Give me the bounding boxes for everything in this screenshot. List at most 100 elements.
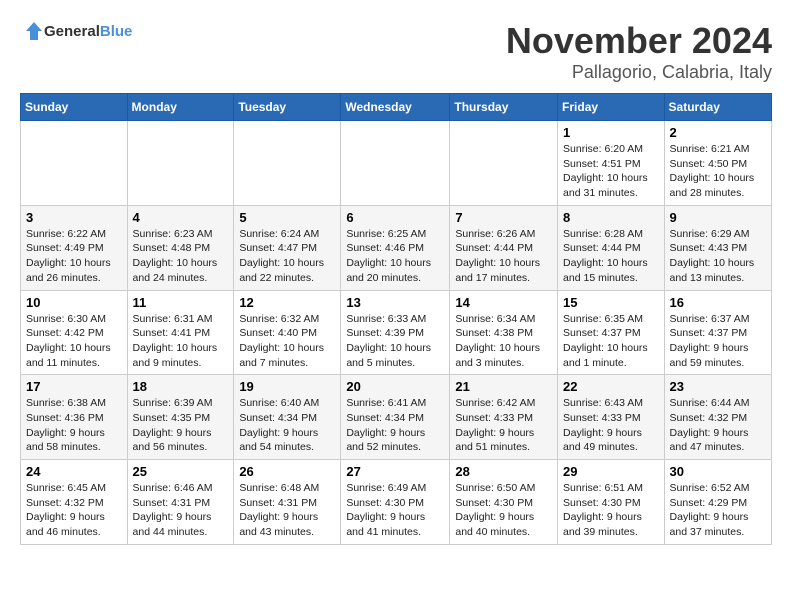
day-number: 15 <box>563 295 659 310</box>
table-row <box>21 121 128 206</box>
day-number: 10 <box>26 295 122 310</box>
day-number: 26 <box>239 464 335 479</box>
location-title: Pallagorio, Calabria, Italy <box>506 62 772 83</box>
header-tuesday: Tuesday <box>234 94 341 121</box>
header-thursday: Thursday <box>450 94 558 121</box>
header-sunday: Sunday <box>21 94 128 121</box>
day-info: Sunrise: 6:44 AM Sunset: 4:32 PM Dayligh… <box>670 396 766 455</box>
day-info: Sunrise: 6:43 AM Sunset: 4:33 PM Dayligh… <box>563 396 659 455</box>
day-number: 5 <box>239 210 335 225</box>
day-number: 14 <box>455 295 552 310</box>
table-row: 3 Sunrise: 6:22 AM Sunset: 4:49 PM Daylig… <box>21 205 128 290</box>
table-row: 16Sunrise: 6:37 AM Sunset: 4:37 PM Dayli… <box>664 290 771 375</box>
day-number: 3 <box>26 210 122 225</box>
calendar-week-row: 10 Sunrise: 6:30 AM Sunset: 4:42 PM Dayli… <box>21 290 772 375</box>
table-row: 15 Sunrise: 6:35 AM Sunset: 4:37 PM Dayli… <box>558 290 665 375</box>
table-row <box>127 121 234 206</box>
header-saturday: Saturday <box>664 94 771 121</box>
day-info: Sunrise: 6:35 AM Sunset: 4:37 PM Dayligh… <box>563 312 659 371</box>
table-row: 8 Sunrise: 6:28 AM Sunset: 4:44 PM Daylig… <box>558 205 665 290</box>
day-info: Sunrise: 6:20 AM Sunset: 4:51 PM Dayligh… <box>563 142 659 201</box>
calendar-table: Sunday Monday Tuesday Wednesday Thursday… <box>20 93 772 545</box>
day-info: Sunrise: 6:32 AM Sunset: 4:40 PM Dayligh… <box>239 312 335 371</box>
day-number: 27 <box>346 464 444 479</box>
table-row <box>234 121 341 206</box>
table-row: 7 Sunrise: 6:26 AM Sunset: 4:44 PM Daylig… <box>450 205 558 290</box>
day-number: 1 <box>563 125 659 140</box>
day-number: 6 <box>346 210 444 225</box>
day-info: Sunrise: 6:28 AM Sunset: 4:44 PM Dayligh… <box>563 227 659 286</box>
day-info: Sunrise: 6:48 AM Sunset: 4:31 PM Dayligh… <box>239 481 335 540</box>
logo-bird-icon <box>20 20 42 42</box>
table-row: 14 Sunrise: 6:34 AM Sunset: 4:38 PM Dayli… <box>450 290 558 375</box>
page-header: GeneralBlue November 2024 Pallagorio, Ca… <box>20 20 772 83</box>
table-row: 22 Sunrise: 6:43 AM Sunset: 4:33 PM Dayli… <box>558 375 665 460</box>
day-number: 22 <box>563 379 659 394</box>
day-number: 23 <box>670 379 766 394</box>
day-number: 17 <box>26 379 122 394</box>
day-number: 7 <box>455 210 552 225</box>
day-info: Sunrise: 6:46 AM Sunset: 4:31 PM Dayligh… <box>133 481 229 540</box>
day-info: Sunrise: 6:50 AM Sunset: 4:30 PM Dayligh… <box>455 481 552 540</box>
day-info: Sunrise: 6:22 AM Sunset: 4:49 PM Dayligh… <box>26 227 122 286</box>
table-row: 1 Sunrise: 6:20 AM Sunset: 4:51 PM Daylig… <box>558 121 665 206</box>
day-info: Sunrise: 6:26 AM Sunset: 4:44 PM Dayligh… <box>455 227 552 286</box>
day-number: 29 <box>563 464 659 479</box>
day-info: Sunrise: 6:39 AM Sunset: 4:35 PM Dayligh… <box>133 396 229 455</box>
day-info: Sunrise: 6:38 AM Sunset: 4:36 PM Dayligh… <box>26 396 122 455</box>
table-row: 12 Sunrise: 6:32 AM Sunset: 4:40 PM Dayli… <box>234 290 341 375</box>
day-number: 25 <box>133 464 229 479</box>
day-info: Sunrise: 6:21 AM Sunset: 4:50 PM Dayligh… <box>670 142 766 201</box>
table-row: 21 Sunrise: 6:42 AM Sunset: 4:33 PM Dayli… <box>450 375 558 460</box>
day-number: 13 <box>346 295 444 310</box>
day-number: 11 <box>133 295 229 310</box>
day-info: Sunrise: 6:33 AM Sunset: 4:39 PM Dayligh… <box>346 312 444 371</box>
calendar-week-row: 1 Sunrise: 6:20 AM Sunset: 4:51 PM Daylig… <box>21 121 772 206</box>
table-row: 4 Sunrise: 6:23 AM Sunset: 4:48 PM Daylig… <box>127 205 234 290</box>
day-info: Sunrise: 6:41 AM Sunset: 4:34 PM Dayligh… <box>346 396 444 455</box>
day-info: Sunrise: 6:23 AM Sunset: 4:48 PM Dayligh… <box>133 227 229 286</box>
table-row: 30 Sunrise: 6:52 AM Sunset: 4:29 PM Dayli… <box>664 460 771 545</box>
day-info: Sunrise: 6:52 AM Sunset: 4:29 PM Dayligh… <box>670 481 766 540</box>
header-friday: Friday <box>558 94 665 121</box>
calendar-header-row: Sunday Monday Tuesday Wednesday Thursday… <box>21 94 772 121</box>
day-number: 9 <box>670 210 766 225</box>
header-monday: Monday <box>127 94 234 121</box>
day-info: Sunrise: 6:49 AM Sunset: 4:30 PM Dayligh… <box>346 481 444 540</box>
day-number: 19 <box>239 379 335 394</box>
calendar-week-row: 3 Sunrise: 6:22 AM Sunset: 4:49 PM Daylig… <box>21 205 772 290</box>
day-number: 21 <box>455 379 552 394</box>
table-row: 13 Sunrise: 6:33 AM Sunset: 4:39 PM Dayli… <box>341 290 450 375</box>
table-row: 25 Sunrise: 6:46 AM Sunset: 4:31 PM Dayli… <box>127 460 234 545</box>
table-row: 23 Sunrise: 6:44 AM Sunset: 4:32 PM Dayli… <box>664 375 771 460</box>
day-number: 30 <box>670 464 766 479</box>
day-number: 12 <box>239 295 335 310</box>
calendar-title-area: November 2024 Pallagorio, Calabria, Ital… <box>506 20 772 83</box>
table-row: 2Sunrise: 6:21 AM Sunset: 4:50 PM Daylig… <box>664 121 771 206</box>
day-info: Sunrise: 6:40 AM Sunset: 4:34 PM Dayligh… <box>239 396 335 455</box>
logo-container: GeneralBlue <box>20 20 132 42</box>
calendar-week-row: 17 Sunrise: 6:38 AM Sunset: 4:36 PM Dayli… <box>21 375 772 460</box>
day-info: Sunrise: 6:31 AM Sunset: 4:41 PM Dayligh… <box>133 312 229 371</box>
day-number: 4 <box>133 210 229 225</box>
table-row: 11 Sunrise: 6:31 AM Sunset: 4:41 PM Dayli… <box>127 290 234 375</box>
table-row: 28 Sunrise: 6:50 AM Sunset: 4:30 PM Dayli… <box>450 460 558 545</box>
logo: GeneralBlue <box>20 20 132 42</box>
table-row: 20Sunrise: 6:41 AM Sunset: 4:34 PM Dayli… <box>341 375 450 460</box>
day-info: Sunrise: 6:30 AM Sunset: 4:42 PM Dayligh… <box>26 312 122 371</box>
day-number: 16 <box>670 295 766 310</box>
day-number: 28 <box>455 464 552 479</box>
logo-text: GeneralBlue <box>44 23 132 40</box>
day-number: 18 <box>133 379 229 394</box>
day-info: Sunrise: 6:45 AM Sunset: 4:32 PM Dayligh… <box>26 481 122 540</box>
day-number: 8 <box>563 210 659 225</box>
day-info: Sunrise: 6:51 AM Sunset: 4:30 PM Dayligh… <box>563 481 659 540</box>
table-row: 27 Sunrise: 6:49 AM Sunset: 4:30 PM Dayli… <box>341 460 450 545</box>
day-info: Sunrise: 6:42 AM Sunset: 4:33 PM Dayligh… <box>455 396 552 455</box>
table-row: 24Sunrise: 6:45 AM Sunset: 4:32 PM Dayli… <box>21 460 128 545</box>
table-row: 29 Sunrise: 6:51 AM Sunset: 4:30 PM Dayli… <box>558 460 665 545</box>
table-row: 18 Sunrise: 6:39 AM Sunset: 4:35 PM Dayli… <box>127 375 234 460</box>
table-row <box>341 121 450 206</box>
day-info: Sunrise: 6:34 AM Sunset: 4:38 PM Dayligh… <box>455 312 552 371</box>
table-row: 6Sunrise: 6:25 AM Sunset: 4:46 PM Daylig… <box>341 205 450 290</box>
